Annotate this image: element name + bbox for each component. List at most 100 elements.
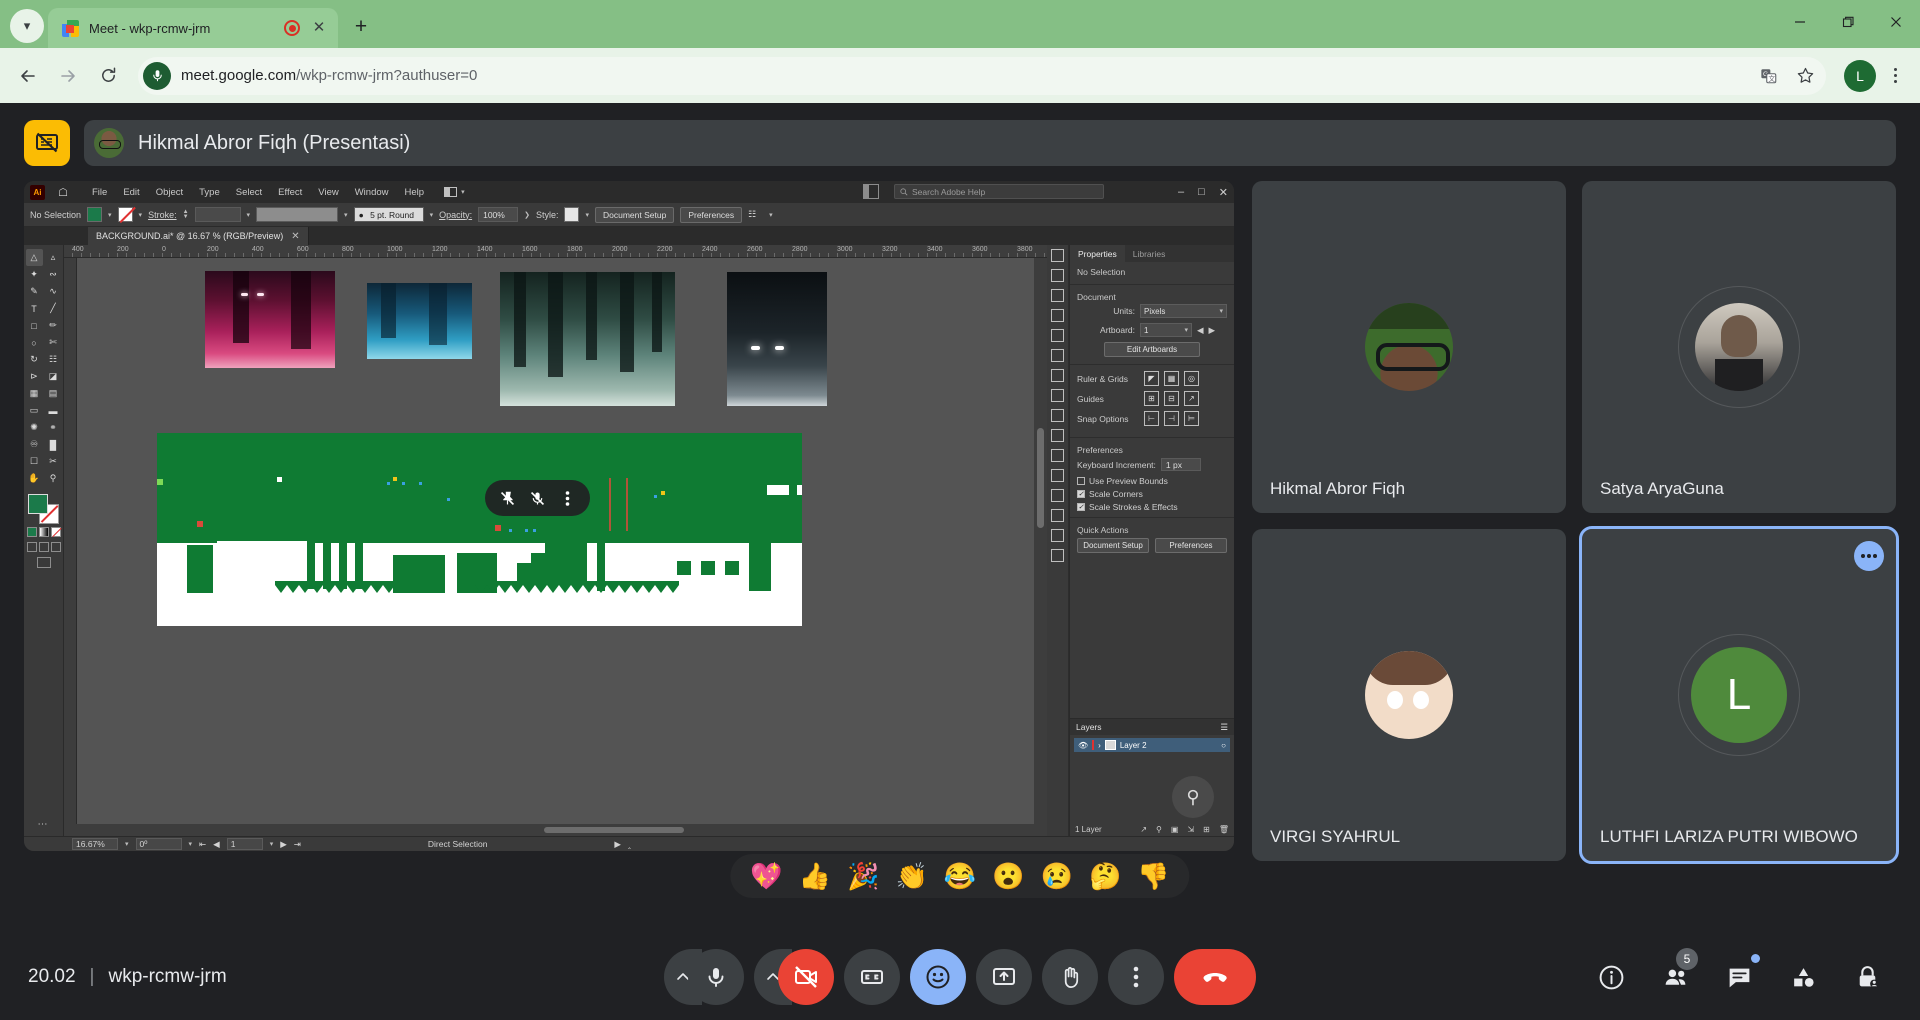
scissors-tool-icon[interactable]: ✄ [45,334,62,351]
transparency-rail-icon[interactable] [1051,409,1064,422]
style-chevron-down-icon[interactable]: ▾ [585,211,589,219]
canvas-vertical-scrollbar[interactable] [1034,258,1047,824]
document-tab-close-icon[interactable]: ✕ [291,231,299,242]
more-vert-icon[interactable] [555,486,579,510]
duplicate-layer-icon[interactable]: ▣ [1171,825,1179,834]
snap-to-pixel-icon[interactable]: ⊨ [1184,411,1199,426]
new-tab-button[interactable]: + [346,12,376,42]
illustrator-close-icon[interactable]: ✕ [1219,186,1228,199]
keyboard-increment-field[interactable]: 1 px [1160,458,1201,471]
fill-stroke-swatches[interactable] [27,494,61,524]
draw-inside-icon[interactable] [50,542,61,552]
status-resize-grip-icon[interactable]: ‸ [628,839,631,850]
status-expand-icon[interactable]: ▶ [614,839,621,850]
change-screen-mode-icon[interactable] [36,557,51,568]
stroke-profile-chevron-down-icon[interactable]: ▾ [344,211,348,219]
artboard-next-icon[interactable]: ▶ [1209,325,1216,336]
fill-swatch-large[interactable] [27,494,48,514]
tab-search-chevron-down-icon[interactable]: ▾ [10,9,44,43]
artboard-number-field[interactable]: 1 [226,838,263,850]
artboard-select[interactable]: 1 ▾ [1140,323,1192,337]
direct-selection-tool-icon[interactable]: ▵ [45,249,62,266]
curvature-tool-icon[interactable]: ∿ [45,283,62,300]
stroke-profile-field[interactable] [256,207,339,222]
color-button[interactable] [26,527,37,537]
profile-avatar[interactable]: L [1844,59,1876,92]
stroke-label[interactable]: Stroke: [148,210,177,220]
reaction-clap[interactable]: 👏 [895,863,927,889]
document-arrange-icon[interactable] [863,184,879,199]
artwork-thumbnail-blue-cave[interactable] [367,283,472,359]
new-sublayer-icon[interactable]: ⇲ [1187,825,1194,834]
opacity-label[interactable]: Opacity: [439,210,472,220]
zoom-tool-icon[interactable]: ⚲ [45,470,62,487]
menu-view[interactable]: View [310,187,346,198]
restore-icon[interactable] [1824,0,1872,44]
transform-rail-icon[interactable] [1051,549,1064,562]
perspective-grid-tool-icon[interactable]: ▦ [26,385,43,402]
main-artboard[interactable] [157,433,802,626]
menu-effect[interactable]: Effect [270,187,310,198]
stroke-chevron-down-icon[interactable]: ▾ [139,211,143,219]
microphone-permission-icon[interactable] [143,61,171,90]
raise-hand-button[interactable] [1042,949,1098,1005]
translate-icon[interactable]: G文 [1756,63,1782,89]
appearance-rail-icon[interactable] [1051,429,1064,442]
reload-icon[interactable] [90,58,126,94]
properties-rail-icon[interactable] [1051,249,1064,262]
shaper-tool-icon[interactable]: ○ [26,334,43,351]
rotation-chevron-down-icon[interactable]: ▾ [189,840,193,848]
fill-chevron-down-icon[interactable]: ▾ [108,211,112,219]
use-preview-bounds-checkbox[interactable]: Use Preview Bounds [1077,476,1227,486]
search-layer-icon[interactable]: ⚲ [1156,825,1162,834]
rotate-tool-icon[interactable]: ↻ [26,351,43,368]
new-layer-icon[interactable]: ⊞ [1203,825,1210,834]
zoom-chevron-down-icon[interactable]: ▾ [125,840,129,848]
three-dot-menu-icon[interactable] [1880,59,1910,93]
none-button[interactable] [50,527,61,537]
reaction-sad[interactable]: 😢 [1041,863,1073,889]
brushes-rail-icon[interactable] [1051,329,1064,342]
pin-off-icon[interactable] [496,486,520,510]
last-artboard-icon[interactable]: ⇥ [294,839,301,850]
artwork-thumbnail-green-forest[interactable] [500,272,675,406]
lasso-tool-icon[interactable]: ∾ [45,266,62,283]
pathfinder-rail-icon[interactable] [1051,529,1064,542]
stroke-weight-stepper[interactable]: ▲ ▼ [183,209,189,220]
recording-indicator-icon[interactable] [284,20,300,36]
close-icon[interactable]: ✕ [310,19,328,37]
microphone-button[interactable] [688,949,744,1005]
rotation-field[interactable]: 0º [135,838,182,850]
show-transparency-grid-icon[interactable]: ◎ [1184,371,1199,386]
snap-to-point-icon[interactable]: ⊢ [1144,411,1159,426]
illustrator-minimize-icon[interactable]: – [1178,186,1184,198]
stroke-rail-icon[interactable] [1051,369,1064,382]
host-controls-button[interactable] [1842,952,1892,1002]
tab-properties[interactable]: Properties [1070,245,1125,262]
participant-tile-hikmal[interactable]: Hikmal Abror Fiqh [1252,181,1566,513]
column-graph-tool-icon[interactable]: █ [45,436,62,453]
width-tool-icon[interactable]: ⊳ [26,368,43,385]
blend-tool-icon[interactable]: ⚭ [45,419,62,436]
eye-icon[interactable]: 👁 [1078,741,1088,750]
mic-off-icon[interactable] [525,486,549,510]
artboard-nav-chevron-down-icon[interactable]: ▾ [270,840,274,848]
artwork-thumbnail-dark-monster[interactable] [727,272,827,406]
symbols-rail-icon[interactable] [1051,349,1064,362]
reaction-joy[interactable]: 😂 [944,863,976,889]
reaction-heart[interactable]: 💖 [750,863,782,889]
layer-row[interactable]: 👁 › Layer 2 ○ [1074,738,1230,752]
stroke-weight-field[interactable] [194,207,241,222]
browser-tab[interactable]: Meet - wkp-rcmw-jrm ✕ [48,8,338,48]
align-chevron-down-icon[interactable]: ▾ [769,211,773,219]
camera-button[interactable] [778,949,834,1005]
menu-window[interactable]: Window [347,187,397,198]
leave-call-button[interactable] [1174,949,1256,1005]
mesh-tool-icon[interactable]: ▤ [45,385,62,402]
reaction-party-popper[interactable]: 🎉 [847,863,879,889]
gradient-tool-icon[interactable]: ▭ [26,402,43,419]
hand-tool-icon[interactable]: ✋ [26,470,43,487]
units-select[interactable]: Pixels ▾ [1140,304,1227,318]
more-tools-icon[interactable]: ⋯ [38,819,50,830]
stroke-color-swatch[interactable] [117,207,133,222]
